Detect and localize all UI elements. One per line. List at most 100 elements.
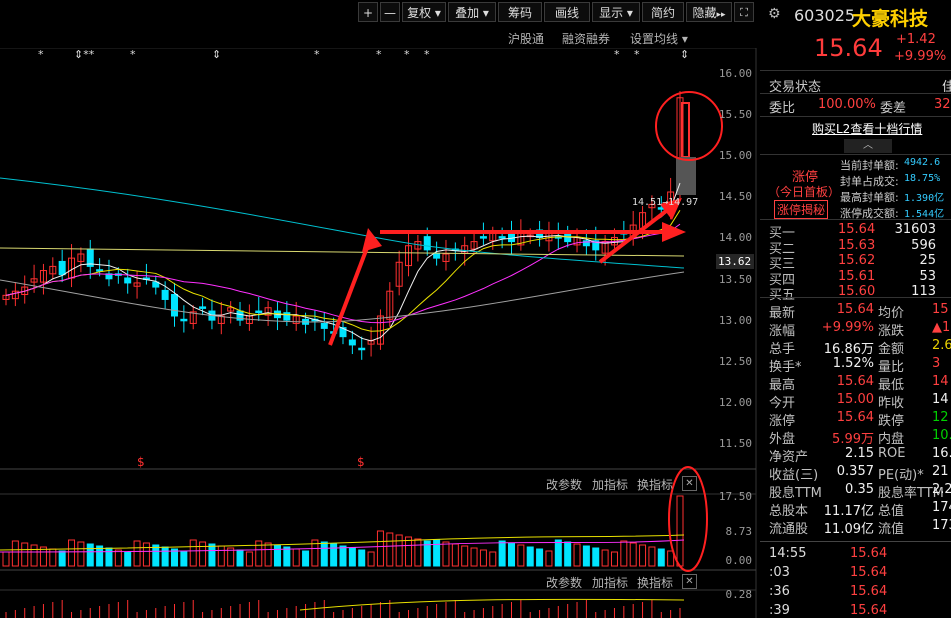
macd-close-icon[interactable]: ✕ — [682, 574, 697, 589]
stat-value: 2.6 — [932, 338, 951, 353]
stat-value: 1.52% — [832, 356, 874, 371]
jianyue-button[interactable]: 简约 — [642, 2, 684, 22]
limit-up-button[interactable]: 涨停揭秘 — [774, 200, 829, 219]
volume-bar — [236, 549, 244, 567]
volume-bar — [592, 547, 600, 567]
candle-body — [161, 289, 169, 300]
event-marker[interactable]: ⇕** — [74, 48, 94, 61]
current-price: 15.64 — [814, 34, 883, 62]
kline-chart[interactable] — [0, 48, 760, 618]
event-marker[interactable]: * — [614, 48, 620, 61]
yincang-button[interactable]: 隐藏▸▸ — [686, 2, 732, 22]
tick-price: 15.64 — [850, 603, 888, 618]
macd-line — [299, 598, 685, 611]
xianshi-menu[interactable]: 显示 ▾ — [592, 2, 640, 22]
volume-bar — [320, 541, 328, 567]
stat-value: 5.99万 — [832, 432, 874, 447]
volume-bar — [68, 539, 76, 567]
price-axis-label: 12.00 — [718, 395, 752, 409]
candle-body — [96, 269, 104, 272]
event-marker[interactable]: * — [634, 48, 640, 61]
volume-bar — [564, 541, 572, 567]
vol-param-button[interactable]: 改参数 — [546, 476, 582, 493]
fuquan-menu[interactable]: 复权 ▾ — [402, 2, 446, 22]
stat-value: 15.64 — [836, 302, 874, 317]
seal-label: 最高封单额: — [840, 191, 899, 204]
volume-bar — [273, 544, 281, 567]
price-change: +1.42 — [896, 32, 936, 47]
fuquan-label: 复权 — [407, 6, 432, 20]
xianshi-label: 显示 — [599, 6, 624, 20]
event-marker[interactable]: * — [314, 48, 320, 61]
stat-label: 涨停 — [769, 414, 796, 429]
price-axis-label: 15.50 — [718, 108, 752, 122]
price-axis-label: 16.00 — [718, 67, 752, 80]
event-marker[interactable]: * — [376, 48, 382, 61]
volume-bar — [86, 543, 94, 567]
volume-bar — [545, 550, 553, 567]
dollar-marker[interactable]: $ — [357, 455, 365, 469]
stat-value: 14 — [932, 374, 949, 389]
macd-switch-button[interactable]: 换指标 — [637, 574, 673, 591]
stat-value: 0.357 — [836, 464, 874, 479]
candle-body — [433, 252, 441, 259]
volume-bar — [245, 551, 253, 567]
candle-body — [283, 312, 291, 321]
vol-close-icon[interactable]: ✕ — [682, 476, 697, 491]
dollar-marker[interactable]: $ — [137, 455, 145, 469]
seal-label: 当前封单额: — [840, 159, 899, 172]
expand-arrows-icon: ▸▸ — [716, 10, 726, 20]
weibi-label: 委比 — [769, 101, 796, 116]
high-annotation: 14.51→14.97 — [632, 197, 699, 208]
settings-icon[interactable]: ⚙ — [768, 6, 781, 22]
zoom-out-button[interactable]: — — [380, 2, 400, 22]
diejia-menu[interactable]: 叠加 ▾ — [448, 2, 496, 22]
volume-bar — [508, 542, 515, 567]
candle-body — [320, 322, 328, 329]
rongzi-link[interactable]: 融资融券 — [562, 30, 610, 47]
yincang-label: 隐藏 — [692, 6, 717, 20]
stat-label: 换手* — [769, 360, 802, 375]
tick-price: 15.64 — [850, 584, 888, 599]
tick-time: :03 — [769, 565, 790, 580]
zoom-in-button[interactable]: + — [358, 2, 378, 22]
stat-label: 总手 — [769, 342, 796, 357]
stat-label: 最新 — [769, 306, 796, 321]
chouma-button[interactable]: 筹码 — [498, 2, 542, 22]
ma-yellow-line — [0, 247, 685, 257]
buy-price: 15.64 — [838, 222, 876, 237]
weibi-value: 100.00% — [818, 97, 876, 112]
l2-link[interactable]: 购买L2查看十档行情 — [812, 120, 922, 137]
event-marker[interactable]: * — [424, 48, 430, 61]
vol-add-button[interactable]: 加指标 — [592, 476, 628, 493]
macd-add-button[interactable]: 加指标 — [592, 574, 628, 591]
event-marker[interactable]: ⇕ — [212, 48, 221, 61]
price-axis-label: 13.00 — [718, 313, 752, 327]
stat-value: 15.00 — [836, 392, 874, 407]
volume-bar — [292, 548, 300, 567]
fullscreen-icon[interactable]: ⛶ — [734, 2, 754, 22]
stat-label: 总值 — [878, 504, 905, 519]
ma-settings-menu[interactable]: 设置均线 ▾ — [630, 30, 688, 47]
collapse-button[interactable]: ︿ — [844, 139, 892, 153]
vol-switch-button[interactable]: 换指标 — [637, 476, 673, 493]
candle-body — [348, 339, 356, 346]
stock-code: 603025 — [794, 6, 856, 25]
volume-bars-group — [0, 495, 685, 567]
volume-bar — [442, 541, 450, 567]
volume-bar — [264, 542, 272, 567]
event-marker[interactable]: * — [38, 48, 44, 61]
volume-bar — [208, 543, 216, 567]
event-marker[interactable]: ⇕ — [680, 48, 689, 61]
buy-price: 15.61 — [838, 268, 876, 284]
stat-value: 2.15 — [845, 446, 874, 461]
event-marker[interactable]: * — [130, 48, 136, 61]
huaxian-button[interactable]: 画线 — [544, 2, 590, 22]
stat-label: 净资产 — [769, 450, 809, 465]
stat-value: ▲1 — [932, 320, 951, 335]
macd-param-button[interactable]: 改参数 — [546, 574, 582, 591]
buy-volume: 25 — [919, 253, 936, 268]
event-marker[interactable]: * — [404, 48, 410, 61]
volume-bar — [536, 548, 544, 567]
hugutong-link[interactable]: 沪股通 — [508, 30, 544, 47]
